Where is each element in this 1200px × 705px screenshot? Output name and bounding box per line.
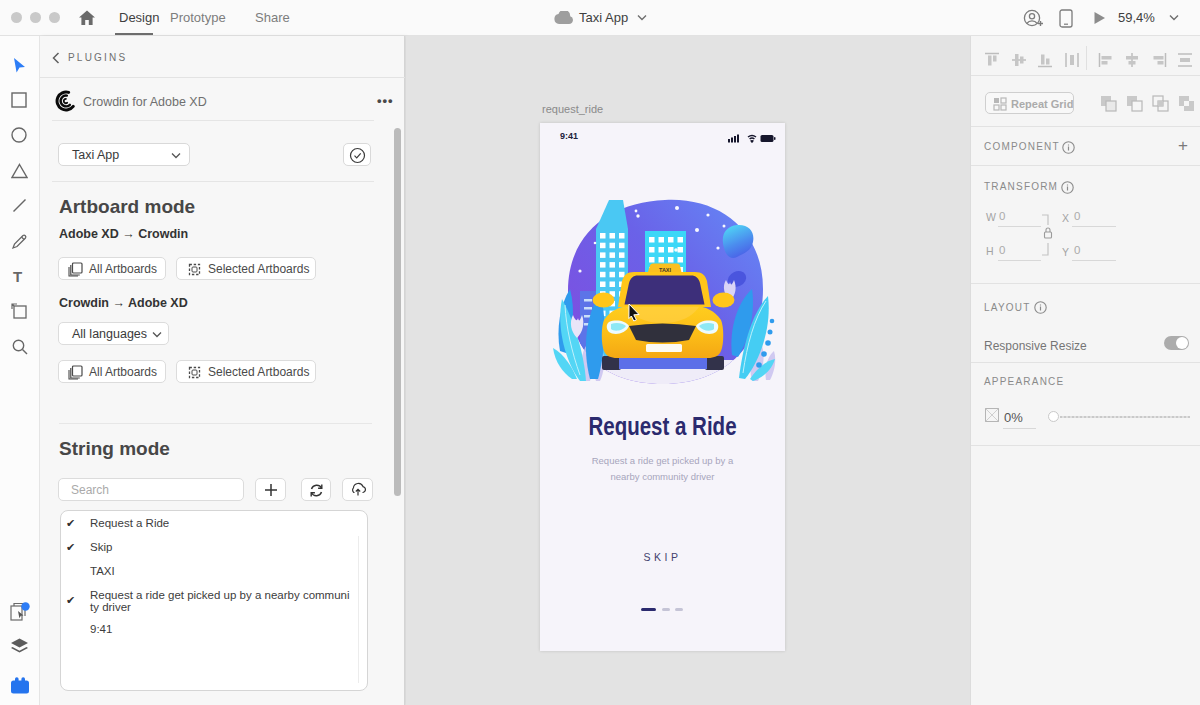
svg-text:TAXI: TAXI <box>659 267 672 273</box>
